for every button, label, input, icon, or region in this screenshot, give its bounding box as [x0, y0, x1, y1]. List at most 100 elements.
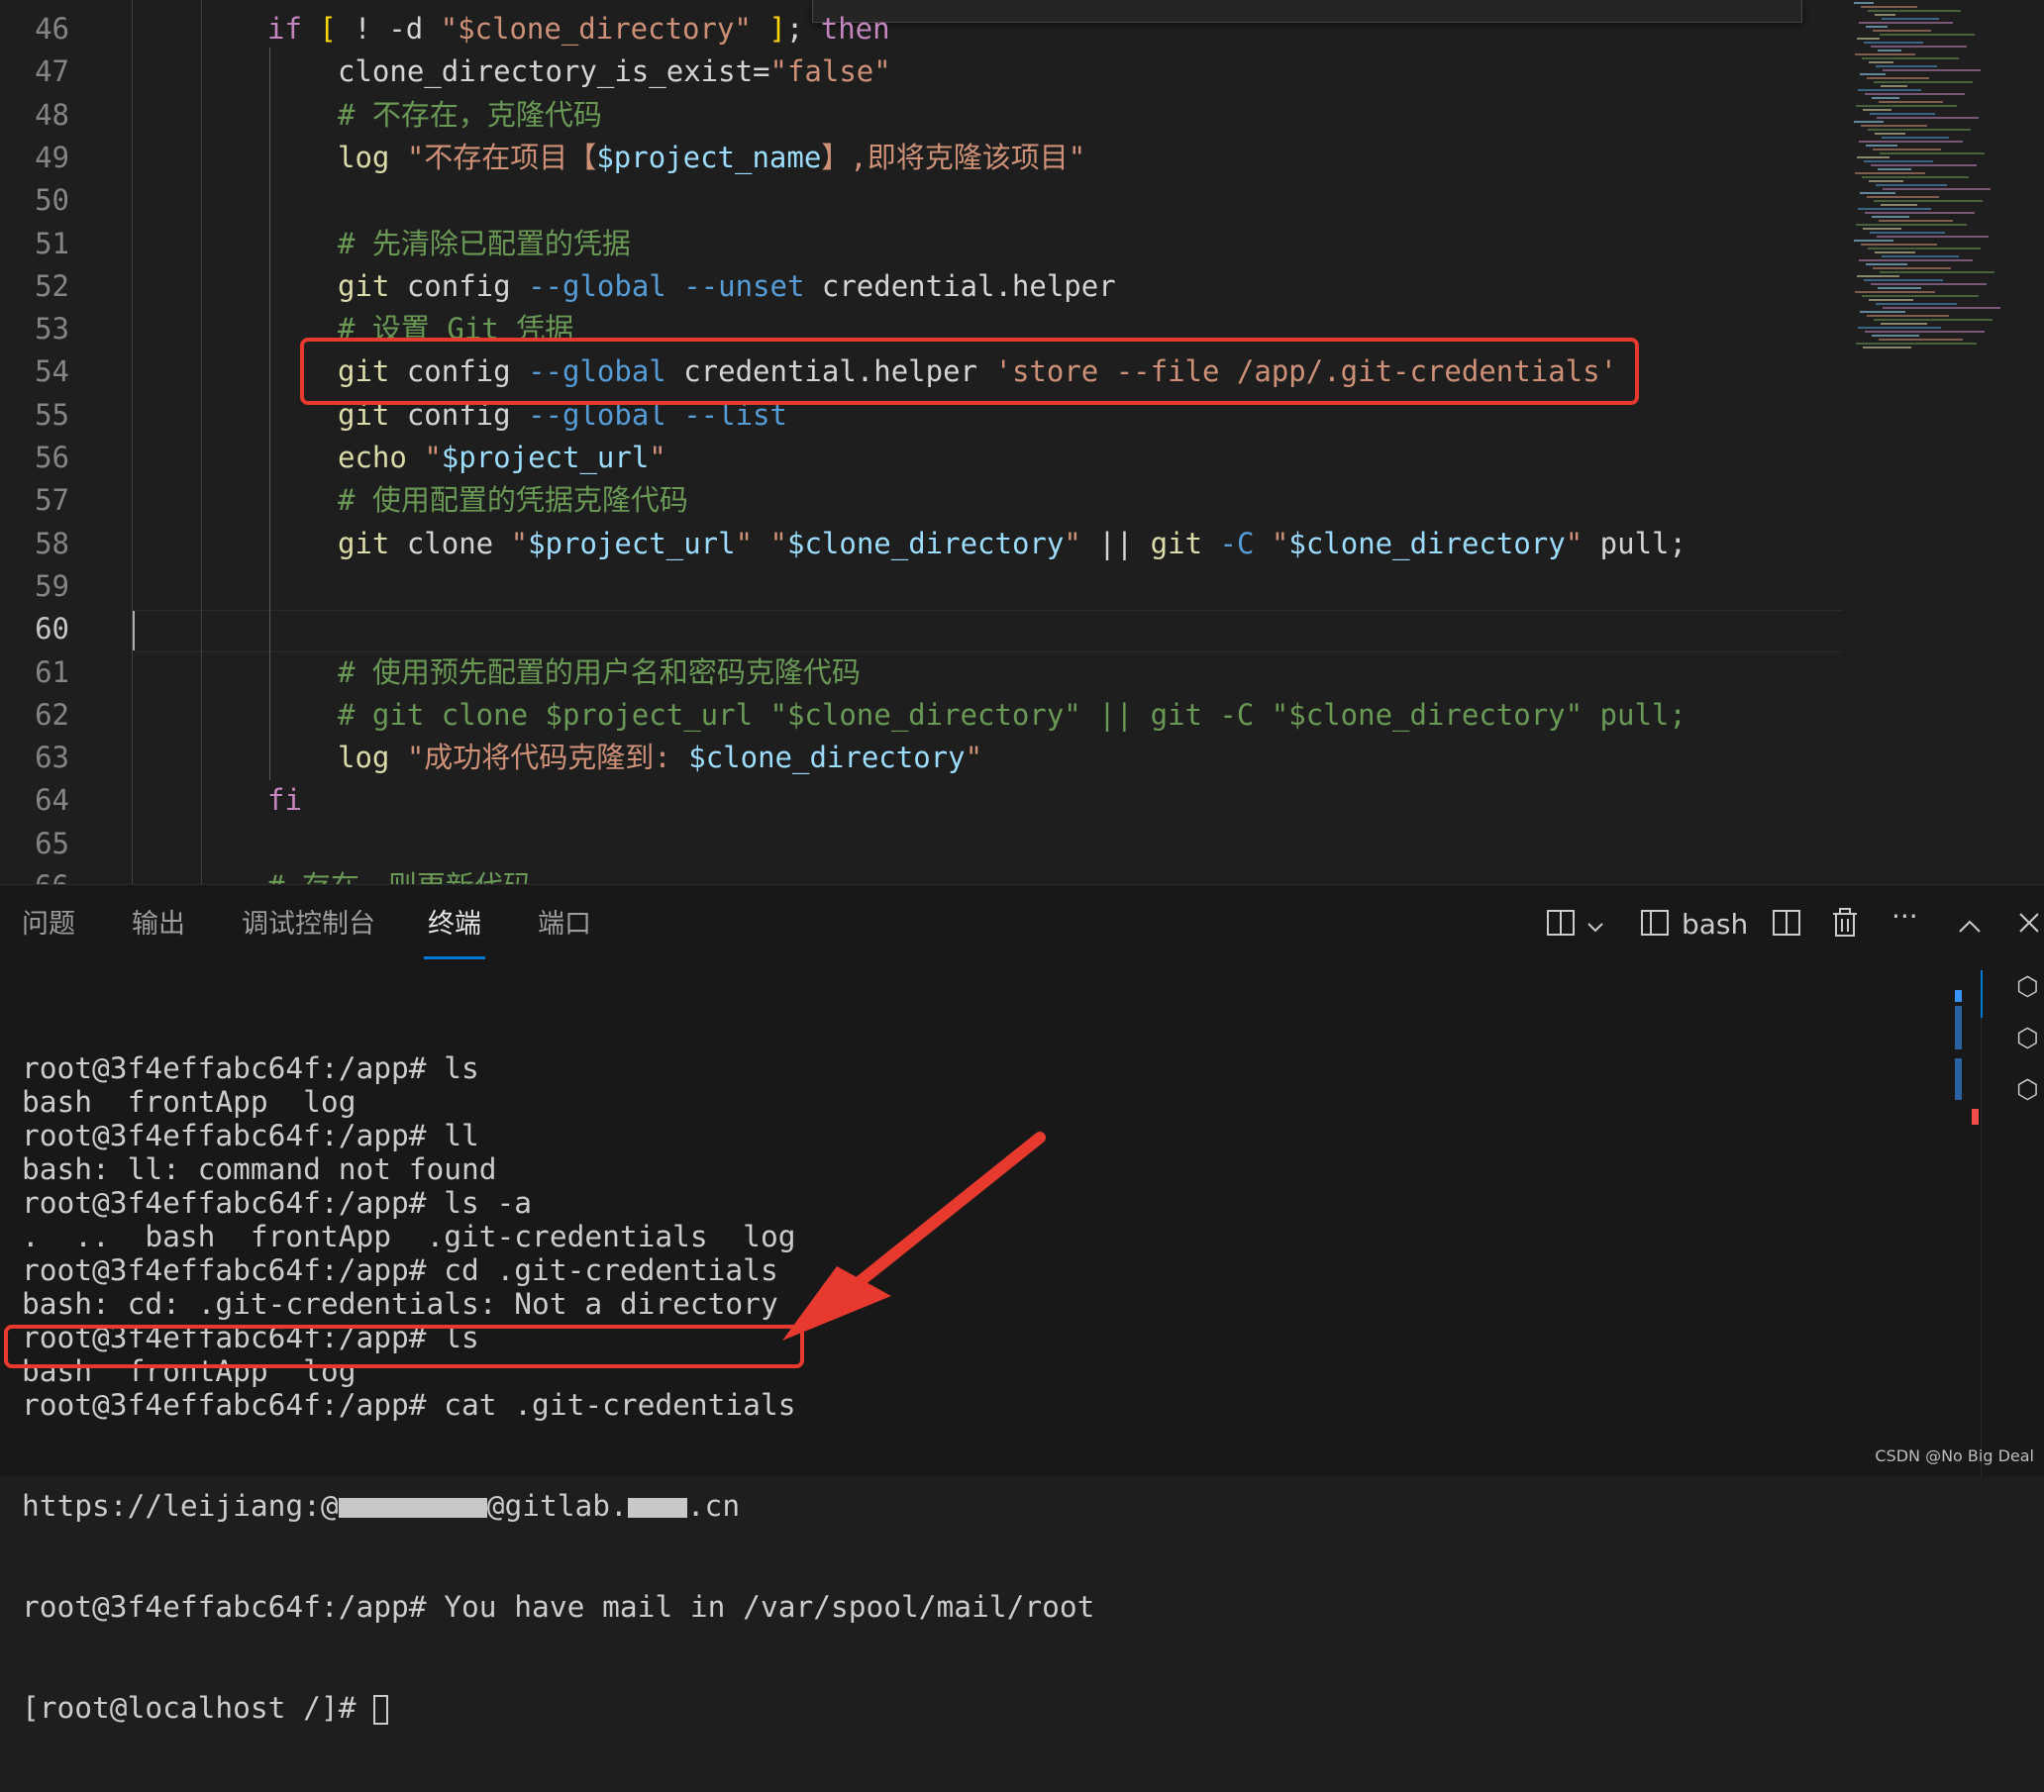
code-token: " [1064, 526, 1081, 560]
code-line[interactable]: 61 # 使用预先配置的用户名和密码克隆代码 [0, 651, 1842, 694]
minimap-stroke [1868, 129, 1971, 131]
minimap-stroke [1866, 26, 1888, 28]
minimap-stroke [1860, 311, 1905, 313]
code-line[interactable]: 65 [0, 823, 1842, 865]
minimap-stroke [1877, 236, 1989, 238]
minimap-stroke [1880, 152, 1985, 154]
code-line[interactable]: 49 log "不存在项目【$project_name】,即将克隆该项目" [0, 137, 1842, 179]
new-terminal-split-icon[interactable] [1545, 907, 1577, 947]
chevron-down-icon[interactable] [1584, 911, 1606, 946]
minimap-stroke [1881, 85, 1907, 87]
code-token: # 存在，则更新代码 [267, 869, 532, 884]
highlight-box-credential-helper [300, 338, 1639, 405]
code-line[interactable]: 58 git clone "$project_url" "$clone_direc… [0, 523, 1842, 565]
code-token: pull; [1583, 526, 1686, 560]
code-line[interactable]: 57 # 使用配置的凭据克隆代码 [0, 479, 1842, 522]
code-token: $project_url [528, 526, 736, 560]
code-line[interactable]: 51 # 先清除已配置的凭据 [0, 223, 1842, 265]
minimap-stroke [1875, 251, 1915, 253]
minimap-stroke [1855, 291, 1935, 293]
minimap-stroke [1860, 73, 1886, 75]
code-text: if [ ! -d "$clone_directory" ]; then [267, 8, 890, 50]
more-actions-icon[interactable]: ··· [1891, 899, 1918, 935]
code-line[interactable]: 46 if [ ! -d "$clone_directory" ]; then [0, 8, 1842, 50]
minimap-stroke [1876, 303, 1957, 305]
minimap-stroke [1866, 263, 1907, 265]
code-line[interactable]: 52 git config --global --unset credential… [0, 265, 1842, 308]
scroll-marker [1955, 990, 1962, 1002]
code-text: # 先清除已配置的凭据 [338, 223, 631, 265]
code-editor[interactable]: 46 if [ ! -d "$clone_directory" ]; then 47… [0, 0, 2044, 884]
code-token: if [267, 12, 320, 46]
minimap-stroke [1859, 141, 1963, 143]
code-token: --global --unset [528, 268, 822, 303]
minimap-stroke [1878, 287, 1921, 289]
code-line[interactable]: 62 # git clone $project_url "$clone_direc… [0, 694, 1842, 737]
minimap-stroke [1862, 176, 1969, 178]
minimap[interactable] [1844, 0, 2044, 884]
code-line[interactable]: 59 [0, 565, 1842, 608]
code-token: then [820, 12, 890, 46]
line-number: 61 [35, 654, 69, 689]
code-line[interactable]: 60 [0, 608, 1842, 650]
red-arrow-annotation [782, 1132, 1046, 1341]
code-line[interactable]: 47 clone_directory_is_exist="false" [0, 50, 1842, 93]
code-text: # 存在，则更新代码 [267, 865, 532, 884]
code-token: $project_name [596, 140, 822, 174]
minimap-stroke [1883, 69, 1981, 71]
code-token: git [338, 526, 407, 560]
line-number: 49 [35, 140, 69, 174]
code-text: echo "$project_url" [338, 437, 666, 479]
minimap-stroke [1868, 10, 1961, 12]
code-text: # git clone $project_url "$clone_directo… [338, 694, 1686, 737]
code-token: 】,即将克隆该项目" [821, 140, 1086, 174]
code-line[interactable]: 63 log "成功将代码克隆到: $clone_directory" [0, 737, 1842, 779]
terminal-shell-label[interactable]: bash [1682, 907, 1748, 943]
code-text: # 使用预先配置的用户名和密码克隆代码 [338, 651, 861, 694]
minimap-stroke [1873, 149, 1941, 150]
code-line[interactable]: 66 # 存在，则更新代码 [0, 865, 1842, 884]
code-line[interactable]: 64 fi [0, 779, 1842, 822]
code-token: "$clone_directory" [440, 12, 752, 46]
minimap-stroke [1868, 248, 1981, 249]
line-number: 65 [35, 826, 69, 860]
minimap-stroke [1856, 343, 1977, 345]
terminal-prompt-line[interactable]: [root@localhost /]# [22, 1691, 1094, 1725]
minimap-stroke [1854, 240, 1893, 242]
code-text: log "不存在项目【$project_name】,即将克隆该项目" [338, 137, 1085, 179]
line-number: 52 [35, 268, 69, 303]
minimap-stroke [1863, 228, 1901, 230]
close-panel-icon[interactable] [2016, 909, 2042, 945]
terminal-instance-icon[interactable]: ⬡ [2016, 1024, 2044, 1059]
minimap-stroke [1883, 307, 2000, 309]
code-line[interactable]: 48 # 不存在，克隆代码 [0, 94, 1842, 137]
minimap-stroke [1882, 137, 1949, 139]
bottom-panel: 问题 输出 调试控制台 终端 端口 bash ··· root@3f4effab [0, 884, 2044, 1725]
minimap-stroke [1859, 259, 1973, 261]
code-text: # 使用配置的凭据克隆代码 [338, 479, 688, 522]
code-token: " [424, 441, 442, 474]
minimap-stroke [1880, 271, 1994, 273]
code-token: # 使用预先配置的用户名和密码克隆代码 [338, 654, 861, 689]
code-token: " [510, 526, 529, 560]
terminal-mail-line: root@3f4effabc64f:/app# You have mail in… [22, 1590, 1095, 1624]
terminal-instance-icon[interactable]: ⬡ [2016, 972, 2044, 1008]
code-token: ] [768, 12, 786, 46]
code-token: credential.helper [821, 268, 1116, 303]
minimap-stroke [1874, 319, 1993, 321]
minimap-stroke [1861, 125, 1927, 127]
split-terminal-icon[interactable] [1771, 907, 1802, 947]
code-token: config [406, 268, 529, 303]
minimap-stroke [1871, 164, 1977, 166]
code-line[interactable]: 56 echo "$project_url" [0, 437, 1842, 479]
maximize-panel-icon[interactable] [1957, 911, 1983, 946]
minimap-stroke [1873, 30, 1931, 32]
minimap-stroke [1855, 172, 1925, 174]
code-line[interactable]: 50 [0, 179, 1842, 222]
terminal-cursor [373, 1694, 389, 1725]
trash-icon[interactable] [1830, 907, 1860, 947]
terminal-instance-icon[interactable]: ⬡ [2016, 1075, 2044, 1111]
minimap-stroke [1876, 65, 1937, 67]
code-token: $clone_directory [688, 741, 966, 775]
